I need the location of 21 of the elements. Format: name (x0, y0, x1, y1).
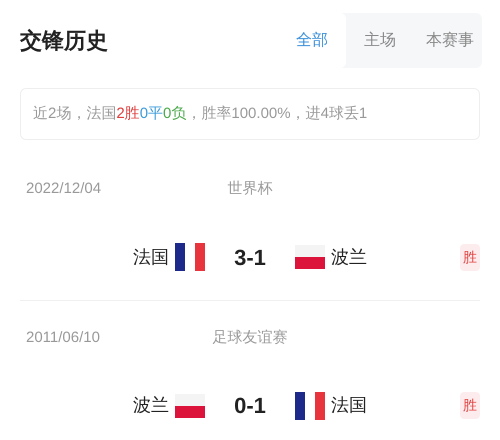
match-score: 3-1 (233, 244, 267, 272)
team-name: 波兰 (133, 394, 169, 417)
tricolor-flag-icon (295, 392, 325, 420)
competition-name: 足球友谊赛 (212, 328, 288, 348)
match-date: 2022/12/04 (26, 179, 102, 199)
summary-text: 近2场，法国2胜0平0负，胜率100.00%，进4球丢1 (33, 104, 368, 124)
result-badge: 胜 (460, 392, 480, 419)
tab[interactable]: 主场 (346, 13, 414, 68)
bicolor-flag-icon (175, 392, 205, 420)
team-name: 法国 (133, 246, 169, 268)
tab[interactable]: 本赛事 (414, 13, 482, 68)
match-score: 0-1 (233, 392, 267, 420)
result-badge: 胜 (460, 244, 480, 270)
section-title: 交锋历史 (20, 27, 108, 55)
team-name: 波兰 (331, 246, 367, 268)
team-name: 法国 (331, 394, 367, 417)
tab[interactable]: 全部 (278, 13, 346, 68)
tricolor-flag-icon (175, 243, 205, 271)
match-date: 2011/06/10 (26, 328, 100, 348)
bicolor-flag-icon (295, 243, 325, 271)
competition-name: 世界杯 (228, 179, 272, 199)
